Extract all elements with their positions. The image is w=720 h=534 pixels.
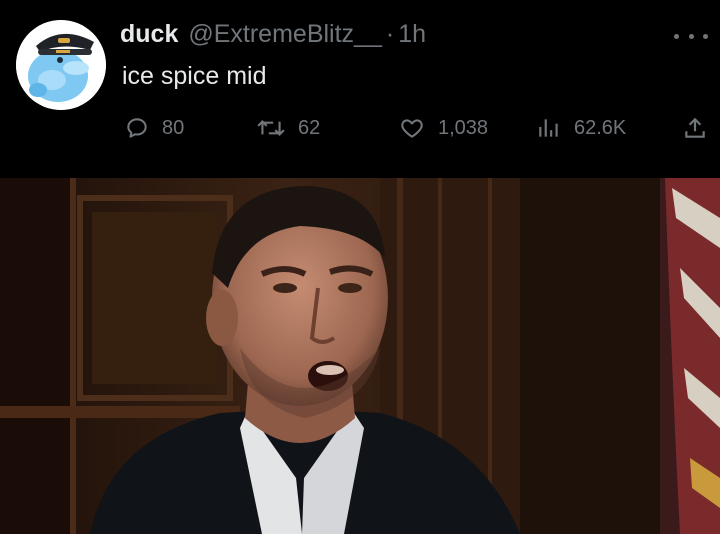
more-options-icon[interactable] [674,24,708,48]
video-frame-image [0,178,720,534]
separator-dot: · [385,20,395,48]
views-count: 62.6K [574,116,627,139]
reply-button[interactable]: 80 [124,112,184,144]
like-button[interactable]: 1,038 [398,112,488,144]
timestamp[interactable]: 1h [398,20,426,49]
tweet-header: duck @ExtremeBlitz__ · 1h [120,20,426,56]
share-button[interactable] [682,112,720,144]
share-icon [685,117,705,138]
retweet-count: 62 [298,116,321,139]
views-button[interactable]: 62.6K [536,112,626,144]
like-count: 1,038 [438,116,489,139]
avatar[interactable] [16,20,106,110]
tweet-card: duck @ExtremeBlitz__ · 1h ice spice mid … [0,0,720,178]
display-name[interactable]: duck [120,20,178,49]
reply-icon [127,118,147,138]
heart-icon [401,119,423,138]
reply-count: 80 [162,116,185,139]
views-chart-icon [539,119,558,137]
duck-avatar-icon [16,20,106,110]
tweet-text: ice spice mid [122,62,267,90]
tweet-actions: 80 62 1,038 62.6K [120,112,716,144]
retweet-icon [257,120,285,136]
user-handle[interactable]: @ExtremeBlitz__ [188,20,382,49]
tweet-media-video[interactable] [0,178,720,534]
retweet-button[interactable]: 62 [256,112,320,144]
